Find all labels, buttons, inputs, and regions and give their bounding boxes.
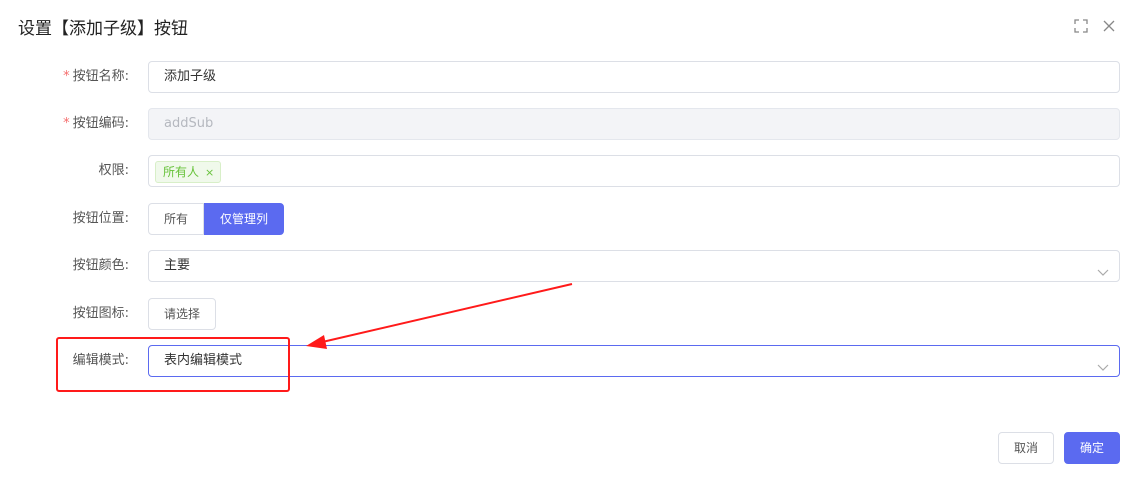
- position-segmented: 所有 仅管理列: [148, 203, 285, 235]
- confirm-button[interactable]: 确定: [1064, 432, 1120, 464]
- code-label: * 按钮编码:: [63, 116, 129, 131]
- button-name-input[interactable]: 添加子级: [148, 61, 1120, 93]
- icon-label: 按钮图标:: [72, 306, 129, 321]
- required-mark: *: [63, 116, 70, 131]
- edit-mode-label: 编辑模式:: [72, 353, 129, 368]
- color-label: 按钮颜色:: [72, 258, 129, 273]
- fullscreen-icon[interactable]: [1073, 18, 1089, 34]
- dialog-title: 设置【添加子级】按钮: [18, 19, 188, 39]
- close-icon[interactable]: [1101, 18, 1117, 34]
- required-mark: *: [63, 69, 70, 84]
- choose-icon-button[interactable]: 请选择: [148, 298, 216, 330]
- position-option-all[interactable]: 所有: [148, 203, 205, 235]
- tag-close-icon[interactable]: ×: [205, 166, 214, 179]
- color-value: 主要: [164, 258, 191, 273]
- permission-tag: 所有人 ×: [155, 161, 222, 183]
- name-label: * 按钮名称:: [63, 69, 129, 84]
- position-option-manage-column[interactable]: 仅管理列: [204, 203, 285, 235]
- button-code-input: addSub: [148, 108, 1120, 140]
- edit-mode-value: 表内编辑模式: [164, 353, 243, 368]
- permission-select[interactable]: 所有人 ×: [148, 155, 1120, 187]
- chevron-down-icon: [1097, 260, 1109, 276]
- button-color-select[interactable]: 主要: [148, 250, 1120, 282]
- position-label: 按钮位置:: [72, 211, 129, 226]
- cancel-button[interactable]: 取消: [998, 432, 1054, 464]
- button-settings-dialog: 设置【添加子级】按钮 * 按钮名称: 添加子级 * 按钮编码: addSub 权限:…: [0, 0, 1146, 484]
- permission-label: 权限:: [98, 163, 129, 178]
- chevron-down-icon: [1097, 355, 1109, 371]
- edit-mode-select[interactable]: 表内编辑模式: [148, 345, 1120, 377]
